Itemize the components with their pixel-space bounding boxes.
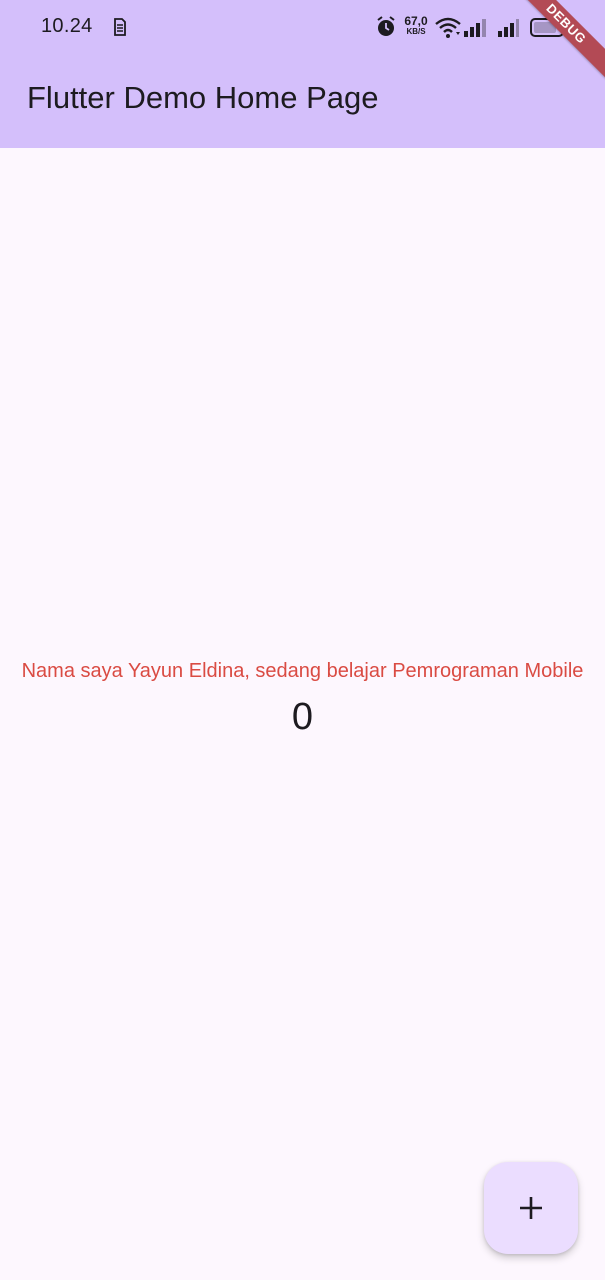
intro-message: Nama saya Yayun Eldina, sedang belajar P… [21, 660, 584, 682]
status-bar: 10.24 67,0 KB/S [0, 0, 605, 54]
signal-icon [498, 19, 519, 37]
plus-icon [520, 1197, 542, 1219]
wifi-icon [435, 17, 461, 38]
counter-value: 0 [291, 696, 314, 738]
app-bar-title: Flutter Demo Home Page [27, 80, 379, 115]
center-column: Nama saya Yayun Eldina, sedang belajar P… [20, 656, 585, 739]
increment-fab-button[interactable] [484, 1162, 578, 1254]
network-speed-value: 67,0 [404, 14, 428, 28]
status-time: 10.24 [41, 15, 93, 37]
app-bar: 10.24 67,0 KB/S Flutter Demo Home Page [0, 0, 605, 148]
network-speed-unit: KB/S [406, 27, 426, 36]
sim-icon [114, 18, 126, 36]
network-speed: 67,0 KB/S [401, 14, 431, 40]
alarm-icon [377, 16, 395, 36]
main-content: Nama saya Yayun Eldina, sedang belajar P… [0, 148, 605, 1280]
signal-icon [464, 19, 486, 37]
